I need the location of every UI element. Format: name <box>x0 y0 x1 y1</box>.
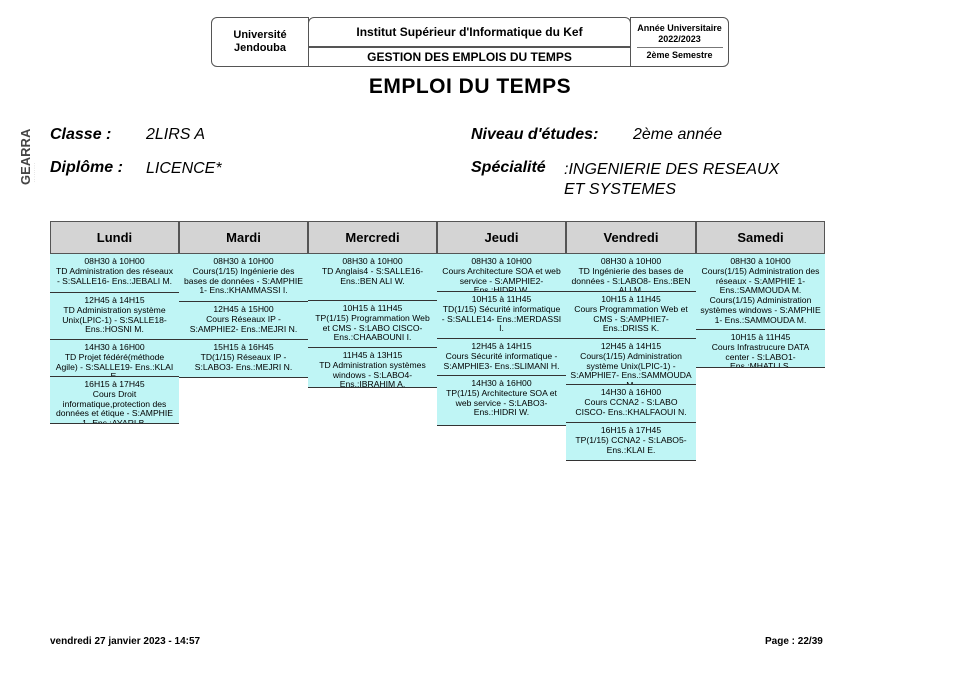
course-slot: 08H30 à 10H00 TD Ingénierie des bases de … <box>566 254 696 292</box>
day-column-jeudi: 08H30 à 10H00 Cours Architecture SOA et w… <box>437 254 566 426</box>
gearra-logo: GEARRA . . . . . . . . . <box>18 128 36 185</box>
print-date: vendredi 27 janvier 2023 - 14:57 <box>50 636 201 647</box>
specialite-line-1: :INGENIERIE DES RESEAUX <box>564 161 780 178</box>
slot-course: TD Anglais4 - S:SALLE16- Ens.:BEN ALI W. <box>321 265 424 286</box>
course-slot: 11H45 à 13H15 TD Administration systèmes … <box>308 348 437 388</box>
slot-course: TD(1/15) Sécurité informatique - S:SALLE… <box>441 303 562 334</box>
department-name: GESTION DES EMPLOIS DU TEMPS <box>367 50 572 64</box>
year-label: Année Universitaire <box>637 23 722 33</box>
diplome-label: Diplôme : <box>50 159 123 176</box>
course-slot: 10H15 à 11H45 TD(1/15) Sécurité informati… <box>437 292 566 339</box>
slot-course: Cours Réseaux IP - S:AMPHIE2- Ens.:MEJRI… <box>189 313 298 334</box>
slot-course: TD Administration systèmes windows - S:L… <box>319 359 426 388</box>
specialite-label: Spécialité <box>471 159 546 176</box>
institute-name: Institut Supérieur d'Informatique du Kef <box>356 25 583 39</box>
course-slot: 08H30 à 10H00 Cours(1/15) Ingénierie des … <box>179 254 308 302</box>
university-line-1: Université <box>233 29 287 41</box>
slot-course: TD Administration des réseaux - S:SALLE1… <box>55 265 174 286</box>
year-value: 2022/2023 <box>658 34 701 44</box>
institute-box: Institut Supérieur d'Informatique du Kef <box>308 17 631 47</box>
slot-course: Cours Architecture SOA et web service - … <box>442 265 561 292</box>
course-slot: 08H30 à 10H00 TD Administration des résea… <box>50 254 179 293</box>
course-slot: 14H30 à 16H00 TP(1/15) Architecture SOA e… <box>437 376 566 426</box>
slot-course: Cours(1/15) Administration système Unix(… <box>570 350 692 384</box>
course-slot: 16H15 à 17H45 Cours Droit informatique,pr… <box>50 377 179 424</box>
day-header-jeudi: Jeudi <box>437 221 566 254</box>
slot-course: Cours Infrastrucure DATA center - S:LABO… <box>711 341 810 368</box>
day-header-mercredi: Mercredi <box>308 221 437 254</box>
course-slot: 14H30 à 16H00 Cours CCNA2 - S:LABO CISCO-… <box>566 385 696 423</box>
course-slot: 12H45 à 15H00 Cours Réseaux IP - S:AMPHIE… <box>179 302 308 340</box>
niveau-value: 2ème année <box>633 126 722 143</box>
course-slot: 12H45 à 14H15 Cours Sécurité informatique… <box>437 339 566 376</box>
university-line-2: Jendouba <box>234 42 286 54</box>
slot-course: Cours Programmation Web et CMS - S:AMPHI… <box>574 303 688 334</box>
slot-course: Cours Droit informatique,protection des … <box>55 388 174 424</box>
slot-course: Cours CCNA2 - S:LABO CISCO- Ens.:KHALFAO… <box>575 396 687 417</box>
slot-course: TP(1/15) CCNA2 - S:LABO5- Ens.:KLAI E. <box>575 434 687 455</box>
course-slot: 10H15 à 11H45 TP(1/15) Programmation Web … <box>308 301 437 348</box>
niveau-label: Niveau d'études: <box>471 126 599 143</box>
classe-label: Classe : <box>50 126 112 143</box>
day-column-mardi: 08H30 à 10H00 Cours(1/15) Ingénierie des … <box>179 254 308 378</box>
day-column-lundi: 08H30 à 10H00 TD Administration des résea… <box>50 254 179 424</box>
day-header-vendredi: Vendredi <box>566 221 696 254</box>
page-number: Page : 22/39 <box>765 636 823 647</box>
day-header-samedi: Samedi <box>696 221 825 254</box>
svg-text:. . . . . . . . .: . . . . . . . . . <box>31 163 36 182</box>
course-slot: 10H15 à 11H45 Cours Infrastrucure DATA ce… <box>696 330 825 368</box>
course-slot: 15H15 à 16H45 TD(1/15) Réseaux IP - S:LAB… <box>179 340 308 378</box>
slot-course: TD Ingénierie des bases de données - S:L… <box>571 265 691 292</box>
divider <box>636 47 723 48</box>
diplome-value: LICENCE* <box>146 160 222 177</box>
slot-course: TD Projet fédéré(méthode Agile) - S:SALL… <box>55 351 174 377</box>
slot-course: TD Administration système Unix(LPIC-1) -… <box>62 304 167 335</box>
specialite-line-2: ET SYSTEMES <box>564 181 677 198</box>
semester: 2ème Semestre <box>646 50 713 60</box>
slot-course: TP(1/15) Programmation Web et CMS - S:LA… <box>315 312 430 343</box>
department-box: GESTION DES EMPLOIS DU TEMPS <box>308 47 631 67</box>
slot-course: Cours(1/15) Ingénierie des bases de donn… <box>184 265 303 296</box>
slot-course: Cours Sécurité informatique - S:AMPHIE3-… <box>443 350 560 371</box>
slot-course: TP(1/15) Architecture SOA et web service… <box>446 387 557 418</box>
course-slot: 12H45 à 14H15 TD Administration système U… <box>50 293 179 340</box>
course-slot: 16H15 à 17H45 TP(1/15) CCNA2 - S:LABO5- E… <box>566 423 696 461</box>
course-slot: 08H30 à 10H00 Cours(1/15) Administration … <box>696 254 825 330</box>
slot-course: Cours(1/15) Administration des réseaux -… <box>700 265 821 325</box>
course-slot: 14H30 à 16H00 TD Projet fédéré(méthode Ag… <box>50 340 179 377</box>
day-column-mercredi: 08H30 à 10H00 TD Anglais4 - S:SALLE16- En… <box>308 254 437 388</box>
course-slot: 08H30 à 10H00 TD Anglais4 - S:SALLE16- En… <box>308 254 437 301</box>
course-slot: 08H30 à 10H00 Cours Architecture SOA et w… <box>437 254 566 292</box>
page-title: EMPLOI DU TEMPS <box>368 75 572 98</box>
specialite-value: :INGENIERIE DES RESEAUX ET SYSTEMES <box>564 160 779 200</box>
day-column-samedi: 08H30 à 10H00 Cours(1/15) Administration … <box>696 254 825 368</box>
course-slot: 12H45 à 14H15 Cours(1/15) Administration … <box>566 339 696 385</box>
day-header-lundi: Lundi <box>50 221 179 254</box>
university-box: Université Jendouba <box>211 17 309 67</box>
course-slot: 10H15 à 11H45 Cours Programmation Web et … <box>566 292 696 339</box>
day-header-mardi: Mardi <box>179 221 308 254</box>
slot-course: TD(1/15) Réseaux IP - S:LABO3- Ens.:MEJR… <box>194 351 293 372</box>
classe-value: 2LIRS A <box>146 126 205 143</box>
academic-year-box: Année Universitaire 2022/2023 2ème Semes… <box>630 17 729 67</box>
day-column-vendredi: 08H30 à 10H00 TD Ingénierie des bases de … <box>566 254 696 461</box>
